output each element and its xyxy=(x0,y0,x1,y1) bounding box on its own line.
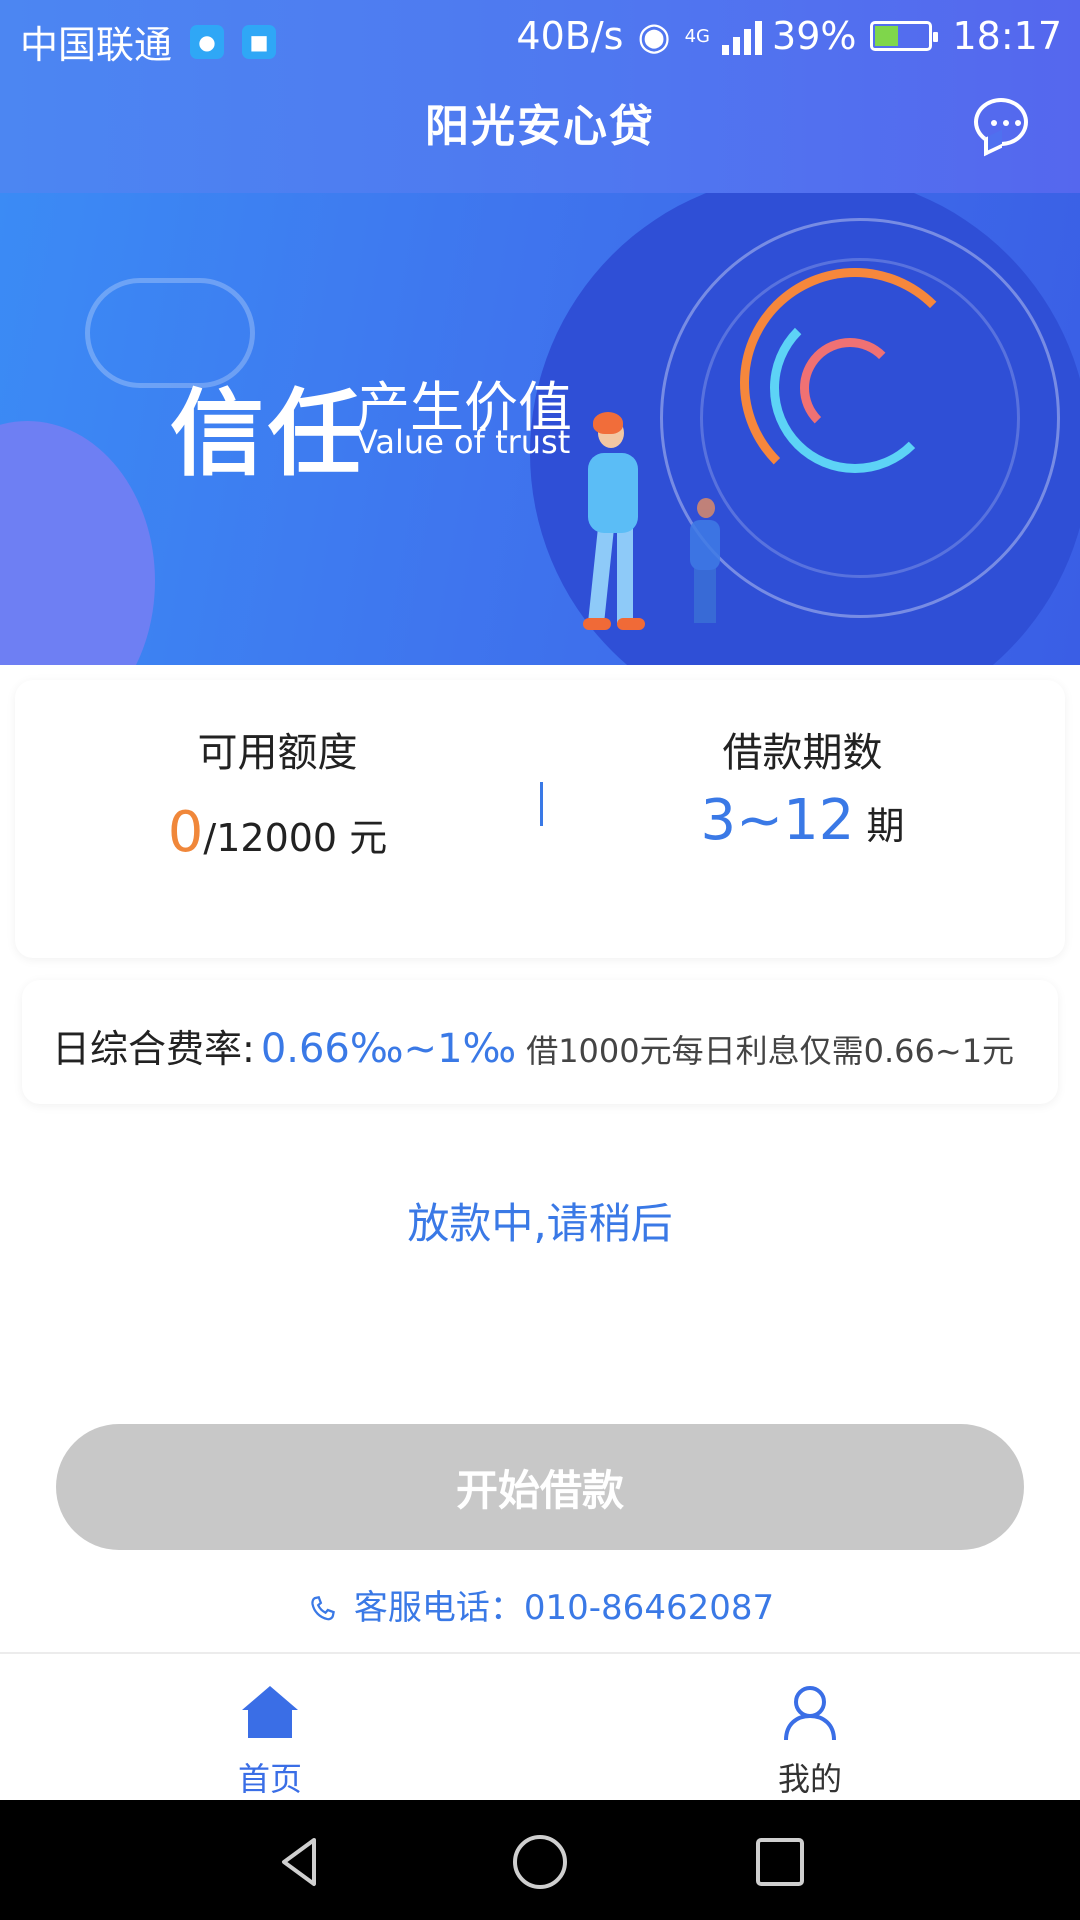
eye-icon: ◉ xyxy=(637,14,671,58)
signal-icon xyxy=(722,17,766,55)
bottom-tab-bar: 首页 我的 xyxy=(0,1652,1080,1800)
hotline-number[interactable]: 010-86462087 xyxy=(524,1588,774,1628)
quota-label: 可用额度 xyxy=(197,730,358,776)
home-icon xyxy=(242,1686,298,1738)
decor-arc xyxy=(800,338,900,438)
customer-service-hotline[interactable]: 客服电话：010-86462087 xyxy=(0,1580,1080,1629)
rate-card: 日综合费率: 0.66‰~1‰ 借1000元每日利息仅需0.66~1元 xyxy=(22,980,1058,1104)
status-bar: 中国联通 ● ■ 40B/s ◉ 4G 39% 18:17 xyxy=(0,0,1080,74)
rate-note: 借1000元每日利息仅需0.66~1元 xyxy=(526,1032,1015,1070)
loan-status-message: 放款中,请稍后 xyxy=(407,1199,673,1248)
user-icon xyxy=(784,1686,836,1741)
banner-slogan-en: Value of trust xyxy=(356,423,571,461)
tab-mine[interactable]: 我的 xyxy=(540,1654,1080,1802)
term-range: 3~12 xyxy=(700,788,855,853)
clock: 18:17 xyxy=(952,14,1062,58)
network-type: 4G xyxy=(684,25,711,47)
battery-percent: 39% xyxy=(772,14,857,58)
quota-used: 0 xyxy=(167,800,204,865)
quota-value: 0/12000 元 xyxy=(15,800,540,865)
recent-apps-icon[interactable] xyxy=(750,1832,810,1892)
illustration-person-small xyxy=(685,498,725,628)
tab-home[interactable]: 首页 xyxy=(0,1654,540,1802)
chat-bubble-icon[interactable] xyxy=(974,98,1028,146)
decor-blob xyxy=(0,421,155,665)
net-speed: 40B/s xyxy=(516,14,624,58)
carrier-name: 中国联通 xyxy=(20,23,173,67)
rate-value: 0.66‰~1‰ xyxy=(260,1026,517,1072)
quota-unit: 元 xyxy=(337,816,388,860)
page-title: 阳光安心贷 xyxy=(425,101,655,152)
system-nav-bar xyxy=(0,1800,1080,1920)
back-icon[interactable] xyxy=(270,1832,330,1892)
term-label: 借款期数 xyxy=(722,730,883,776)
quota-total: /12000 xyxy=(203,816,338,860)
banner[interactable]: 信任 产生价值 Value of trust xyxy=(0,193,1080,665)
location-icon: ● xyxy=(190,24,225,59)
banner-slogan-main: 信任 xyxy=(170,380,367,489)
tab-mine-label: 我的 xyxy=(777,1760,842,1798)
start-loan-button[interactable]: 开始借款 xyxy=(56,1424,1024,1550)
phone-icon xyxy=(311,1595,335,1620)
term-value: 3~12 期 xyxy=(540,788,1065,853)
hotline-label: 客服电话： xyxy=(353,1588,524,1628)
term-unit: 期 xyxy=(854,804,905,848)
message-icon: ■ xyxy=(242,24,277,59)
tab-home-label: 首页 xyxy=(237,1760,302,1798)
rate-label: 日综合费率: xyxy=(52,1027,255,1071)
battery-icon xyxy=(870,21,939,51)
home-circle-icon[interactable] xyxy=(510,1832,570,1892)
app-header: 中国联通 ● ■ 40B/s ◉ 4G 39% 18:17 阳光安心贷 xyxy=(0,0,1080,193)
quota-card: 可用额度 0/12000 元 借款期数 3~12 期 xyxy=(15,680,1065,958)
illustration-person xyxy=(583,412,645,638)
